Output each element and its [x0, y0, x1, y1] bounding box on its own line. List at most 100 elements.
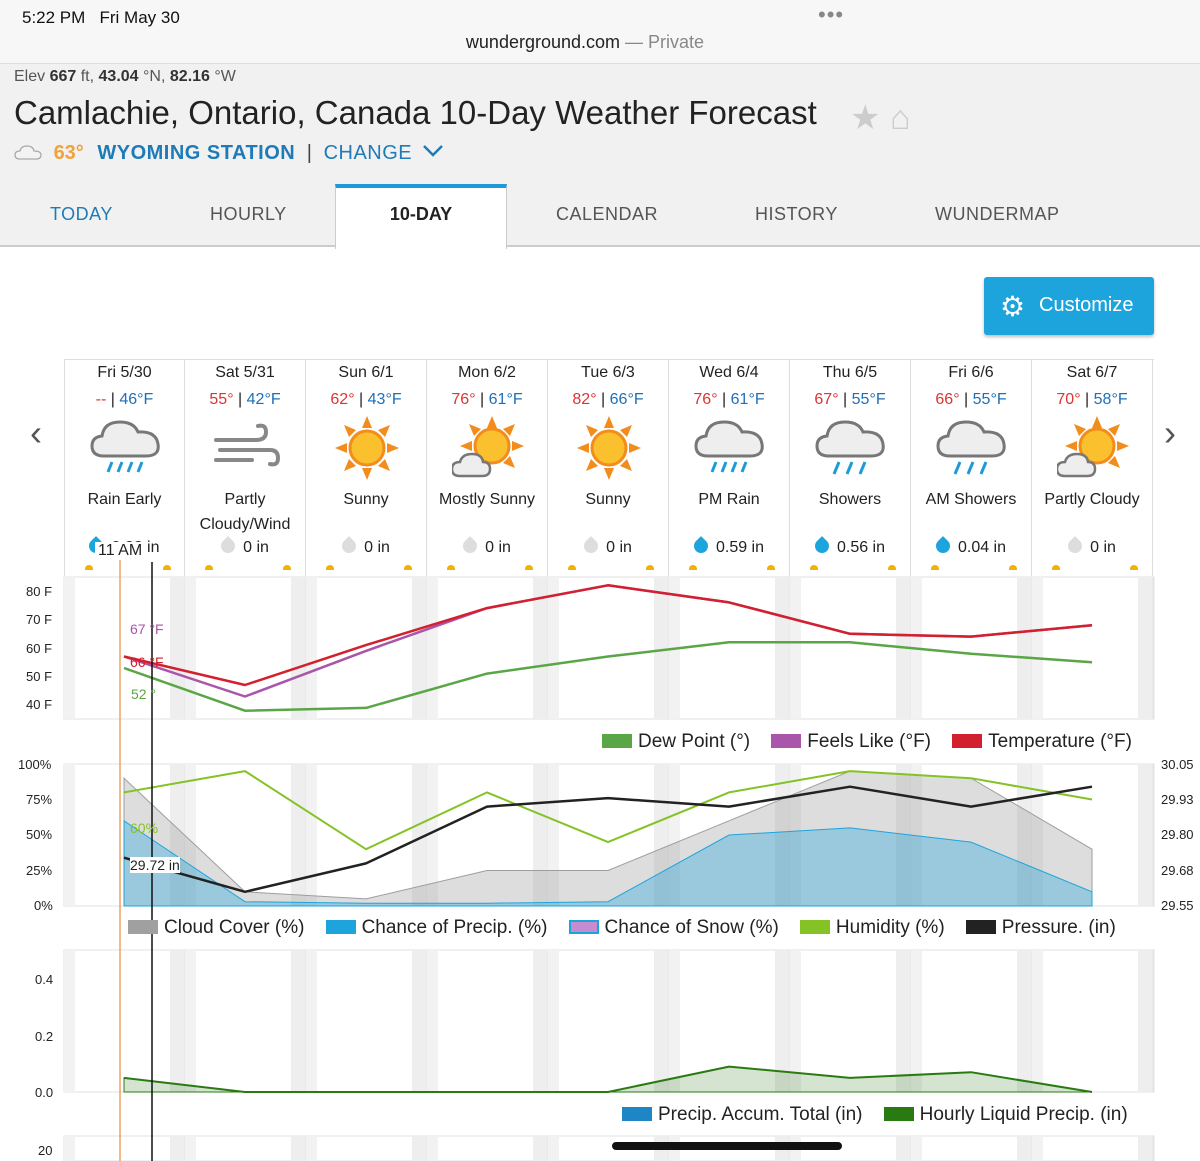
temp-ytick: 40 F — [26, 697, 53, 712]
night-band — [306, 764, 317, 906]
day-card[interactable]: Wed 6/4 76° | 61°F PM Rain 0.59 in — [669, 360, 790, 576]
legend-precip-accum[interactable]: Precip. Accum. Total (in) — [622, 1104, 863, 1125]
more-dots-icon[interactable]: ••• — [818, 2, 844, 28]
night-band — [306, 577, 317, 719]
night-band — [1017, 577, 1032, 719]
day-condition: Showers — [818, 491, 882, 508]
cloud-cover-area — [123, 770, 1093, 907]
day-card[interactable]: Fri 6/6 66° | 55°F AM Showers 0.04 in — [911, 360, 1032, 576]
forecast-tabs: TODAY HOURLY 10-DAY CALENDAR HISTORY WUN… — [0, 184, 1200, 249]
tab-10-day[interactable]: 10-DAY — [335, 184, 507, 249]
dew-point-line — [123, 641, 1093, 712]
status-time: 5:22 PM Fri May 30 — [22, 8, 180, 27]
day-condition: Mostly Sunny — [438, 491, 536, 508]
sunrise-marker — [931, 565, 939, 570]
tab-hourly[interactable]: HOURLY — [210, 204, 287, 225]
legend-cloud-cover[interactable]: Cloud Cover (%) — [128, 917, 304, 938]
station-link[interactable]: WYOMING STATION — [97, 142, 295, 164]
day-temps: 70° | 58°F — [1056, 391, 1128, 408]
legend-chance-snow[interactable]: Chance of Snow (%) — [568, 917, 779, 938]
gear-icon: ⚙ — [1000, 291, 1026, 322]
temperature-line — [123, 584, 1093, 687]
night-band — [1017, 950, 1032, 1092]
rain-icon — [694, 416, 766, 480]
day-date: Tue 6/3 — [581, 364, 635, 381]
cloud-ytick: 25% — [26, 863, 53, 878]
night-band — [185, 764, 196, 906]
tab-history[interactable]: HISTORY — [755, 204, 838, 225]
url-bar[interactable]: wunderground.com — Private — [0, 32, 950, 53]
current-temp: 63° — [53, 142, 84, 164]
cloud-ytick: 0% — [34, 898, 53, 913]
day-card[interactable]: Sun 6/1 62° | 43°F Sunny 0 in — [306, 360, 427, 576]
legend-dew-point[interactable]: Dew Point (°) — [602, 731, 750, 752]
day-date: Sun 6/1 — [338, 364, 394, 381]
sunrise-marker — [568, 565, 576, 570]
sunrise-marker — [326, 565, 334, 570]
day-precip: 0.56 in — [790, 536, 910, 557]
night-band — [533, 1136, 548, 1161]
legend-chance-precip[interactable]: Chance of Precip. (%) — [325, 917, 547, 938]
night-band — [1138, 764, 1153, 906]
night-band — [291, 1136, 306, 1161]
prev-arrow-icon[interactable]: ‹ — [30, 412, 42, 454]
precip-ytick: 0.0 — [35, 1085, 54, 1100]
hourly-precip-area — [123, 1066, 1093, 1093]
night-band — [1017, 764, 1032, 906]
night-band — [1032, 950, 1043, 1092]
drop-icon — [933, 536, 953, 556]
day-card[interactable]: Tue 6/3 82° | 66°F Sunny 0 in — [548, 360, 669, 576]
day-temps: -- | 46°F — [95, 391, 154, 408]
tab-today[interactable]: TODAY — [50, 204, 113, 225]
change-station-button[interactable]: CHANGE — [324, 142, 445, 164]
temperature-readout: 66 °F — [130, 654, 164, 670]
day-precip: 0 in — [1032, 536, 1152, 557]
temp-ytick: 80 F — [26, 584, 53, 599]
day-card[interactable]: Sat 5/31 55° | 42°F Partly Cloudy/Wind 0 in — [185, 360, 306, 576]
star-icon[interactable]: ★ — [850, 99, 880, 137]
legend-temperature[interactable]: Temperature (°F) — [952, 731, 1132, 752]
sunrise-marker — [447, 565, 455, 570]
temp-legend: Dew Point (°) Feels Like (°F) Temperatur… — [602, 731, 1132, 753]
night-band — [775, 950, 790, 1092]
sunrise-marker — [689, 565, 697, 570]
next-arrow-icon[interactable]: › — [1164, 412, 1176, 454]
legend-hourly-precip[interactable]: Hourly Liquid Precip. (in) — [883, 1104, 1128, 1125]
dew-point-readout: 52 ° — [131, 686, 157, 702]
night-band — [170, 1136, 185, 1161]
legend-feels-like[interactable]: Feels Like (°F) — [771, 731, 931, 752]
legend-humidity[interactable]: Humidity (%) — [799, 917, 945, 938]
night-band — [548, 1136, 559, 1161]
night-band — [306, 950, 317, 1092]
day-card[interactable]: Thu 6/5 67° | 55°F Showers 0.56 in — [790, 360, 911, 576]
day-temps: 62° | 43°F — [330, 391, 402, 408]
tab-wundermap[interactable]: WUNDERMAP — [935, 204, 1060, 225]
day-date: Sat 6/7 — [1066, 364, 1118, 381]
home-icon[interactable]: ⌂ — [890, 99, 911, 137]
night-band — [427, 950, 438, 1092]
night-band — [170, 950, 185, 1092]
sunset-marker — [1009, 565, 1017, 570]
showers-icon — [815, 416, 887, 480]
cloud-icon — [14, 145, 42, 160]
chart-panel-2 — [63, 949, 1155, 1093]
night-band — [412, 577, 427, 719]
legend-pressure[interactable]: Pressure. (in) — [965, 917, 1116, 938]
sun-icon — [331, 416, 403, 480]
elevation-coordinates: Elev 667 ft, 43.04 °N, 82.16 °W — [14, 68, 236, 85]
pressure-readout: 29.72 in — [130, 857, 180, 873]
night-band — [412, 1136, 427, 1161]
pressure-line — [123, 785, 1093, 894]
night-band — [1032, 764, 1043, 906]
day-card[interactable]: Mon 6/2 76° | 61°F Mostly Sunny 0 in — [427, 360, 548, 576]
customize-button[interactable]: ⚙ Customize — [984, 277, 1154, 335]
night-band — [64, 1136, 75, 1161]
day-precip: 0 in — [548, 536, 668, 557]
night-band — [911, 950, 922, 1092]
day-card[interactable]: Sat 6/7 70° | 58°F Partly Cloudy 0 in — [1032, 360, 1153, 576]
night-band — [775, 577, 790, 719]
home-indicator[interactable] — [612, 1142, 842, 1150]
tab-calendar[interactable]: CALENDAR — [556, 204, 658, 225]
night-band — [790, 764, 801, 906]
day-precip: 0 in — [306, 536, 426, 557]
